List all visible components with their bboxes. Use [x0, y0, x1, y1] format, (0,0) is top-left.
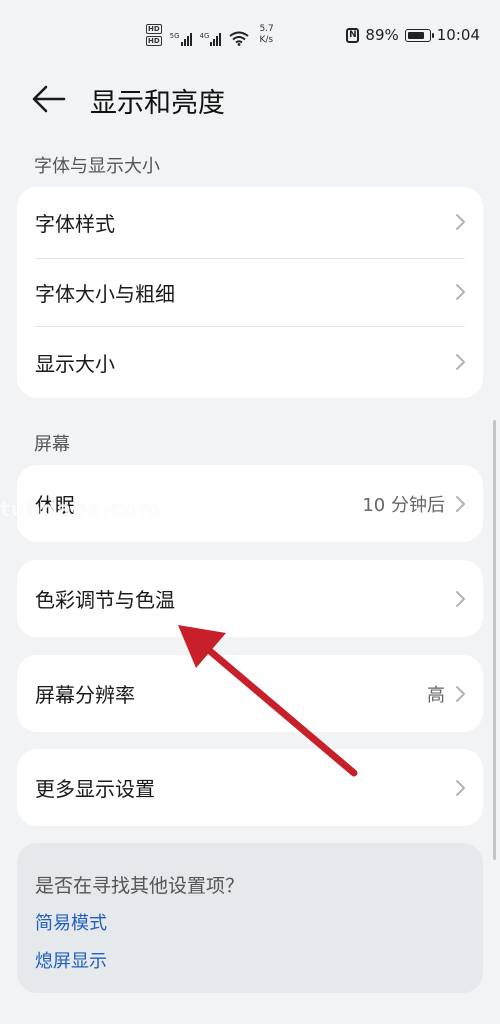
- chevron-right-icon: [456, 779, 465, 796]
- row-display-size[interactable]: 显示大小: [17, 327, 483, 397]
- chevron-right-icon: [456, 214, 465, 230]
- link-simple-mode[interactable]: 简易模式: [35, 909, 107, 935]
- color-card: 色彩调节与色温: [17, 560, 483, 637]
- row-label: 更多显示设置: [35, 777, 155, 801]
- page-title: 显示和亮度: [90, 88, 225, 119]
- signal-icon-2: 4G: [200, 32, 222, 46]
- settings-page: HD HD 5G 4G 5.7 K/s N 89% 10:04 显示和亮度 字体…: [0, 0, 500, 1024]
- network-speed: 5.7 K/s: [259, 24, 273, 46]
- row-label: 字体样式: [35, 211, 115, 236]
- hd-icon: HD HD: [146, 24, 162, 46]
- chevron-right-icon: [456, 495, 465, 512]
- chevron-right-icon: [456, 685, 465, 702]
- search-suggestions-card: 是否在寻找其他设置项？ 简易模式 熄屏显示: [17, 843, 483, 993]
- battery-percent: 89%: [365, 26, 399, 44]
- section-label-font: 字体与显示大小: [34, 156, 160, 177]
- net-type-1: 5G: [169, 32, 180, 40]
- battery-icon: [404, 28, 434, 42]
- clock: 10:04: [436, 26, 480, 44]
- hd-badge-2: HD: [146, 36, 162, 46]
- wifi-icon: [229, 31, 250, 46]
- speed-unit: K/s: [259, 35, 274, 45]
- row-label: 色彩调节与色温: [35, 588, 175, 612]
- chevron-right-icon: [456, 590, 465, 607]
- row-value: 高: [427, 684, 445, 706]
- chevron-right-icon: [456, 284, 465, 300]
- signal-icon: 5G: [170, 32, 192, 46]
- watermark: tuhdaba.com: [0, 497, 161, 521]
- hd-badge-1: HD: [146, 24, 162, 34]
- status-right: N 89% 10:04: [346, 26, 480, 44]
- row-font-style[interactable]: 字体样式: [17, 187, 483, 257]
- search-suggestions-title: 是否在寻找其他设置项？: [35, 875, 245, 897]
- font-settings-card: 字体样式 字体大小与粗细 显示大小: [17, 187, 483, 398]
- status-bar: HD HD 5G 4G 5.7 K/s N 89% 10:04: [0, 0, 500, 60]
- scrollbar[interactable]: [493, 420, 496, 860]
- row-more-display-settings[interactable]: 更多显示设置: [17, 749, 483, 826]
- row-label: 显示大小: [35, 351, 115, 376]
- resolution-card: 屏幕分辨率 高: [17, 655, 483, 732]
- signal-group: HD HD 5G 4G 5.7 K/s: [146, 24, 274, 46]
- row-value: 10 分钟后: [362, 494, 445, 516]
- row-screen-resolution[interactable]: 屏幕分辨率 高: [17, 655, 483, 732]
- section-label-screen: 屏幕: [34, 434, 70, 455]
- row-color-temperature[interactable]: 色彩调节与色温: [17, 560, 483, 637]
- nfc-icon: N: [346, 27, 360, 43]
- more-display-card: 更多显示设置: [17, 749, 483, 826]
- net-type-2: 4G: [199, 32, 210, 40]
- row-label: 屏幕分辨率: [35, 683, 135, 707]
- back-arrow-icon[interactable]: [32, 84, 66, 114]
- row-label: 字体大小与粗细: [35, 281, 175, 306]
- chevron-right-icon: [456, 354, 465, 370]
- row-font-size-weight[interactable]: 字体大小与粗细: [17, 257, 483, 327]
- link-always-on-display[interactable]: 熄屏显示: [35, 947, 107, 973]
- speed-value: 5.7: [259, 24, 274, 34]
